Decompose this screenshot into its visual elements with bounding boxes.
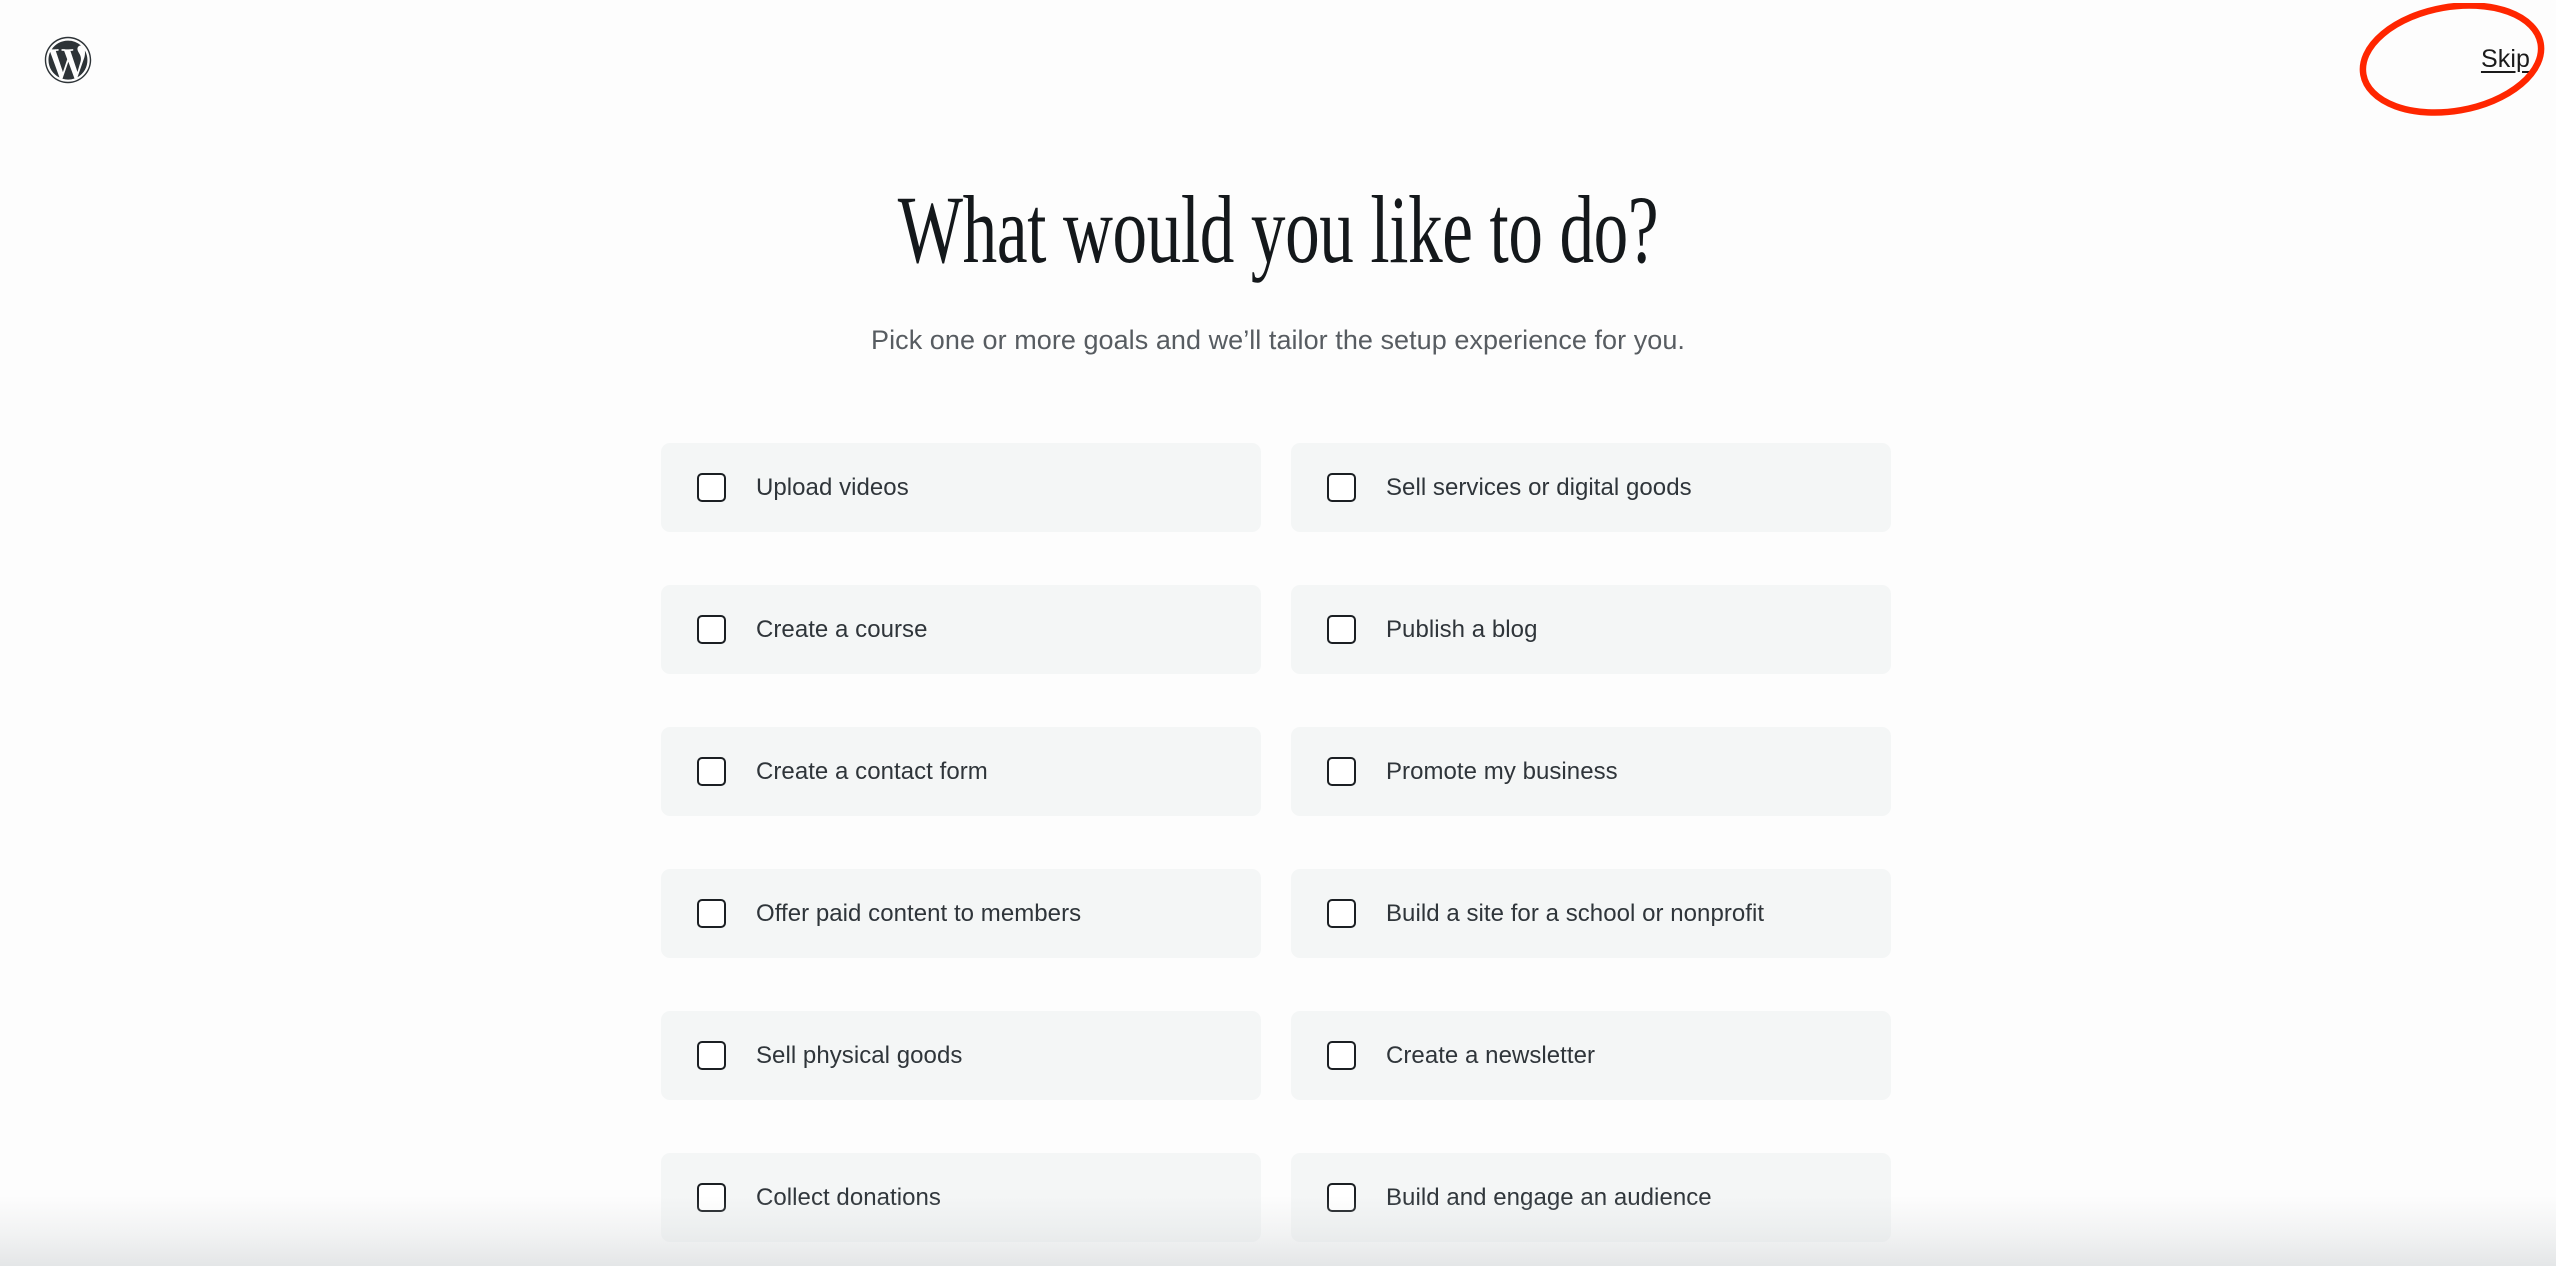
goal-label: Offer paid content to members <box>756 899 1082 927</box>
goal-checkbox[interactable] <box>697 1183 726 1212</box>
goal-checkbox[interactable] <box>1327 757 1356 786</box>
goals-section: Upload videos Sell services or digital go… <box>661 443 1891 1242</box>
goal-checkbox[interactable] <box>1327 1183 1356 1212</box>
goal-label: Sell physical goods <box>756 1041 963 1069</box>
goal-card[interactable]: Create a newsletter <box>1291 1011 1891 1100</box>
goal-card[interactable]: Create a course <box>661 585 1261 674</box>
goal-card[interactable]: Upload videos <box>661 443 1261 532</box>
goal-checkbox[interactable] <box>697 757 726 786</box>
goal-label: Promote my business <box>1386 757 1618 785</box>
page-subtitle: Pick one or more goals and we’ll tailor … <box>871 325 1685 355</box>
goal-card[interactable]: Publish a blog <box>1291 585 1891 674</box>
goal-label: Sell services or digital goods <box>1386 473 1692 501</box>
goal-card[interactable]: Sell services or digital goods <box>1291 443 1891 532</box>
goal-label: Create a newsletter <box>1386 1041 1596 1069</box>
goal-checkbox[interactable] <box>697 473 726 502</box>
goal-checkbox[interactable] <box>1327 473 1356 502</box>
goal-card[interactable]: Promote my business <box>1291 727 1891 816</box>
goal-checkbox[interactable] <box>1327 615 1356 644</box>
goals-grid: Upload videos Sell services or digital go… <box>661 443 1891 1242</box>
goal-card[interactable]: Create a contact form <box>661 727 1261 816</box>
wordpress-logo-icon <box>44 36 92 84</box>
goal-card[interactable]: Offer paid content to members <box>661 869 1261 958</box>
goal-label: Collect donations <box>756 1183 941 1211</box>
goal-label: Create a contact form <box>756 757 988 785</box>
goal-card[interactable]: Build a site for a school or nonprofit <box>1291 869 1891 958</box>
top-bar: Skip <box>0 0 2556 120</box>
goal-checkbox[interactable] <box>697 1041 726 1070</box>
goal-label: Build a site for a school or nonprofit <box>1386 899 1765 927</box>
goal-checkbox[interactable] <box>1327 1041 1356 1070</box>
goal-label: Create a course <box>756 615 928 643</box>
goal-card[interactable]: Collect donations <box>661 1153 1261 1242</box>
goal-card[interactable]: Sell physical goods <box>661 1011 1261 1100</box>
goal-card[interactable]: Build and engage an audience <box>1291 1153 1891 1242</box>
goal-checkbox[interactable] <box>697 615 726 644</box>
skip-link[interactable]: Skip <box>2481 42 2530 76</box>
goal-checkbox[interactable] <box>1327 899 1356 928</box>
goal-label: Upload videos <box>756 473 909 501</box>
goal-label: Build and engage an audience <box>1386 1183 1712 1211</box>
goal-label: Publish a blog <box>1386 615 1538 643</box>
onboarding-goals-page: Skip What would you like to do? Pick one… <box>0 0 2556 1266</box>
goal-checkbox[interactable] <box>697 899 726 928</box>
page-title: What would you like to do? <box>897 176 1659 283</box>
